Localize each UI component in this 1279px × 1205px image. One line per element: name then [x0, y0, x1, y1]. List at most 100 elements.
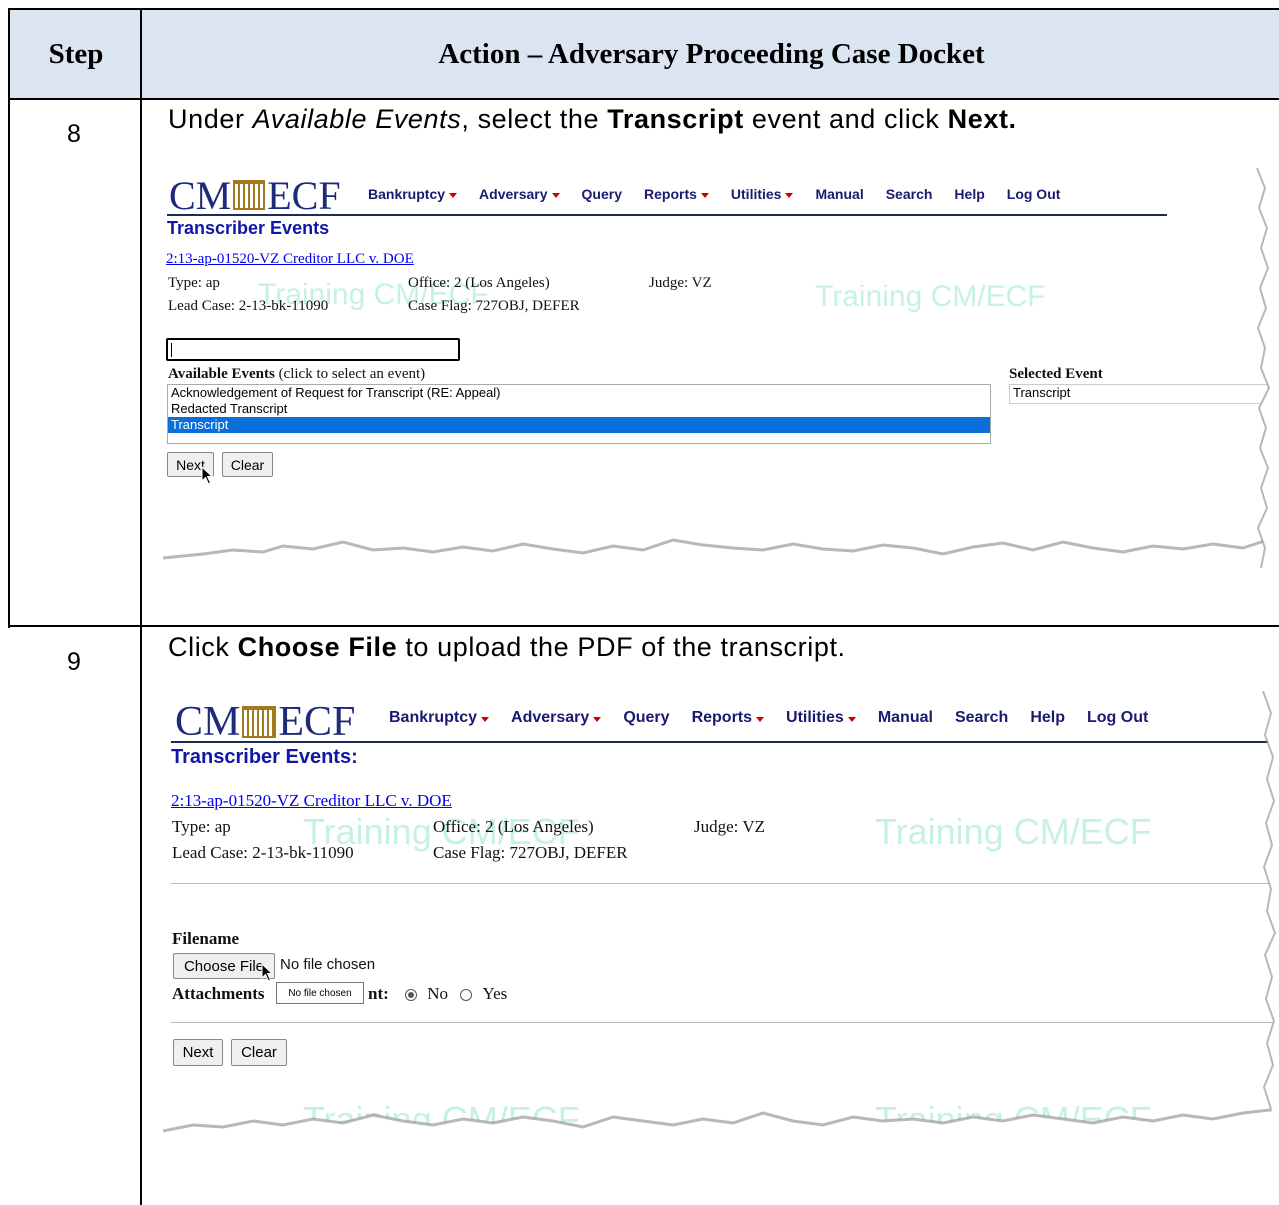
radio-no[interactable] — [405, 989, 417, 1002]
torn-edge-right — [1256, 168, 1273, 578]
torn-edge-right — [1262, 691, 1279, 1121]
instr-bold: Choose File — [237, 632, 398, 662]
chevron-down-icon — [847, 716, 856, 722]
radio-yes[interactable] — [460, 989, 473, 1002]
case-type: Type: ap — [172, 817, 231, 836]
event-search-input[interactable] — [166, 338, 460, 361]
menu-query[interactable]: Query — [582, 186, 622, 202]
torn-edge-bottom — [163, 1107, 1279, 1151]
case-link[interactable]: 2:13-ap-01520-VZ Creditor LLC v. DOE — [171, 791, 452, 811]
lead-case: Lead Case: 2-13-bk-11090 — [172, 843, 354, 862]
menu-logout[interactable]: Log Out — [1007, 186, 1061, 202]
menu-adversary[interactable]: Adversary — [479, 186, 560, 202]
divider — [171, 883, 1279, 884]
case-office: Office: 2 (Los Angeles) — [408, 275, 550, 291]
menu-help[interactable]: Help — [954, 186, 984, 202]
case-flag: Case Flag: 727OBJ, DEFER — [408, 298, 580, 314]
event-option[interactable]: Acknowledgement of Request for Transcrip… — [168, 385, 990, 401]
case-office: Office: 2 (Los Angeles) — [433, 817, 594, 836]
menu-help[interactable]: Help — [1030, 709, 1065, 727]
menu-bar: Bankruptcy Adversary Query Reports Utili… — [368, 186, 1060, 202]
chevron-down-icon — [756, 716, 765, 722]
mouse-cursor-icon — [201, 466, 214, 485]
screenshot-step-8: CM ECF Bankruptcy Adversary Query Report… — [163, 168, 1273, 578]
instr-text: Under — [168, 104, 253, 134]
instr-text: to upload the PDF of the transcript. — [397, 632, 846, 662]
selected-event-list[interactable]: Transcript — [1009, 384, 1269, 404]
divider — [171, 1022, 1279, 1023]
page-heading: Transcriber Events: — [171, 746, 358, 768]
torn-edge-bottom — [163, 536, 1273, 578]
selected-event-label: Selected Event — [1009, 366, 1103, 382]
procedure-table: Step Action – Adversary Proceeding Case … — [8, 8, 1279, 1205]
attachments-label: Attachments — [172, 984, 265, 1003]
selected-event-item[interactable]: Transcript — [1010, 385, 1268, 401]
lead-case: Lead Case: 2-13-bk-11090 — [168, 298, 329, 314]
chevron-down-icon — [785, 192, 794, 198]
chevron-down-icon — [481, 716, 490, 722]
menu-reports[interactable]: Reports — [692, 709, 765, 727]
event-option[interactable]: Redacted Transcript — [168, 401, 990, 417]
instr-text: event and click — [743, 104, 948, 134]
nav-underline — [167, 214, 1167, 216]
no-file-chosen-text: No file chosen — [280, 956, 376, 973]
clear-button[interactable]: Clear — [222, 452, 273, 477]
case-link[interactable]: 2:13-ap-01520-VZ Creditor LLC v. DOE — [166, 251, 414, 268]
row-divider — [8, 625, 1279, 627]
menu-manual[interactable]: Manual — [815, 186, 863, 202]
watermark: Training CM/ECF — [815, 280, 1046, 313]
step-8-instruction: Under Available Events, select the Trans… — [168, 104, 1017, 135]
choose-file-button[interactable]: Choose File — [173, 953, 275, 979]
chevron-down-icon — [593, 716, 602, 722]
menu-logout[interactable]: Log Out — [1087, 709, 1148, 727]
menu-search[interactable]: Search — [886, 186, 933, 202]
radio-yes-label: Yes — [482, 984, 508, 1003]
menu-utilities[interactable]: Utilities — [731, 186, 794, 202]
step-9-instruction: Click Choose File to upload the PDF of t… — [168, 632, 846, 663]
filename-label: Filename — [172, 929, 240, 948]
menu-query[interactable]: Query — [623, 709, 669, 727]
event-option-selected[interactable]: Transcript — [168, 417, 990, 433]
courthouse-icon — [233, 180, 266, 210]
step-number-8: 8 — [67, 120, 81, 148]
cmecf-logo: CM ECF — [169, 172, 341, 218]
available-events-list[interactable]: Acknowledgement of Request for Transcrip… — [167, 384, 991, 444]
clear-button[interactable]: Clear — [231, 1039, 287, 1066]
attachments-label-tail: nt: — [368, 984, 389, 1003]
logo-text: CM — [175, 699, 241, 745]
menu-bar: Bankruptcy Adversary Query Reports Utili… — [389, 709, 1148, 727]
courthouse-icon — [242, 706, 277, 738]
menu-bankruptcy[interactable]: Bankruptcy — [389, 709, 490, 727]
table-left-border — [8, 8, 10, 628]
text-caret — [171, 343, 172, 357]
chevron-down-icon — [700, 192, 709, 198]
menu-manual[interactable]: Manual — [878, 709, 933, 727]
instr-bold: Next. — [947, 104, 1017, 134]
cmecf-logo: CM ECF — [175, 699, 355, 745]
case-type: Type: ap — [168, 275, 220, 291]
file-tooltip: No file chosen — [276, 982, 364, 1004]
logo-text: ECF — [267, 172, 341, 218]
case-flag: Case Flag: 727OBJ, DEFER — [433, 843, 628, 862]
chevron-down-icon — [449, 192, 458, 198]
logo-text: CM — [169, 172, 232, 218]
screenshot-step-9: CM ECF Bankruptcy Adversary Query Report… — [163, 691, 1279, 1151]
instr-italic: Available Events — [252, 104, 462, 134]
logo-text: ECF — [278, 699, 356, 745]
header-action: Action – Adversary Proceeding Case Docke… — [438, 37, 985, 70]
chevron-down-icon — [551, 192, 560, 198]
instr-text: Click — [168, 632, 238, 662]
menu-adversary[interactable]: Adversary — [511, 709, 602, 727]
menu-search[interactable]: Search — [955, 709, 1008, 727]
next-button[interactable]: Next — [173, 1039, 223, 1066]
table-header-row: Step Action – Adversary Proceeding Case … — [8, 8, 1279, 100]
watermark: Training CM/ECF — [875, 811, 1152, 852]
menu-utilities[interactable]: Utilities — [786, 709, 856, 727]
menu-bankruptcy[interactable]: Bankruptcy — [368, 186, 458, 202]
radio-no-label: No — [427, 984, 449, 1003]
case-judge: Judge: VZ — [649, 275, 712, 291]
page-heading: Transcriber Events — [167, 218, 330, 238]
mouse-cursor-icon — [261, 963, 274, 982]
instr-text: , select the — [461, 104, 608, 134]
menu-reports[interactable]: Reports — [644, 186, 709, 202]
